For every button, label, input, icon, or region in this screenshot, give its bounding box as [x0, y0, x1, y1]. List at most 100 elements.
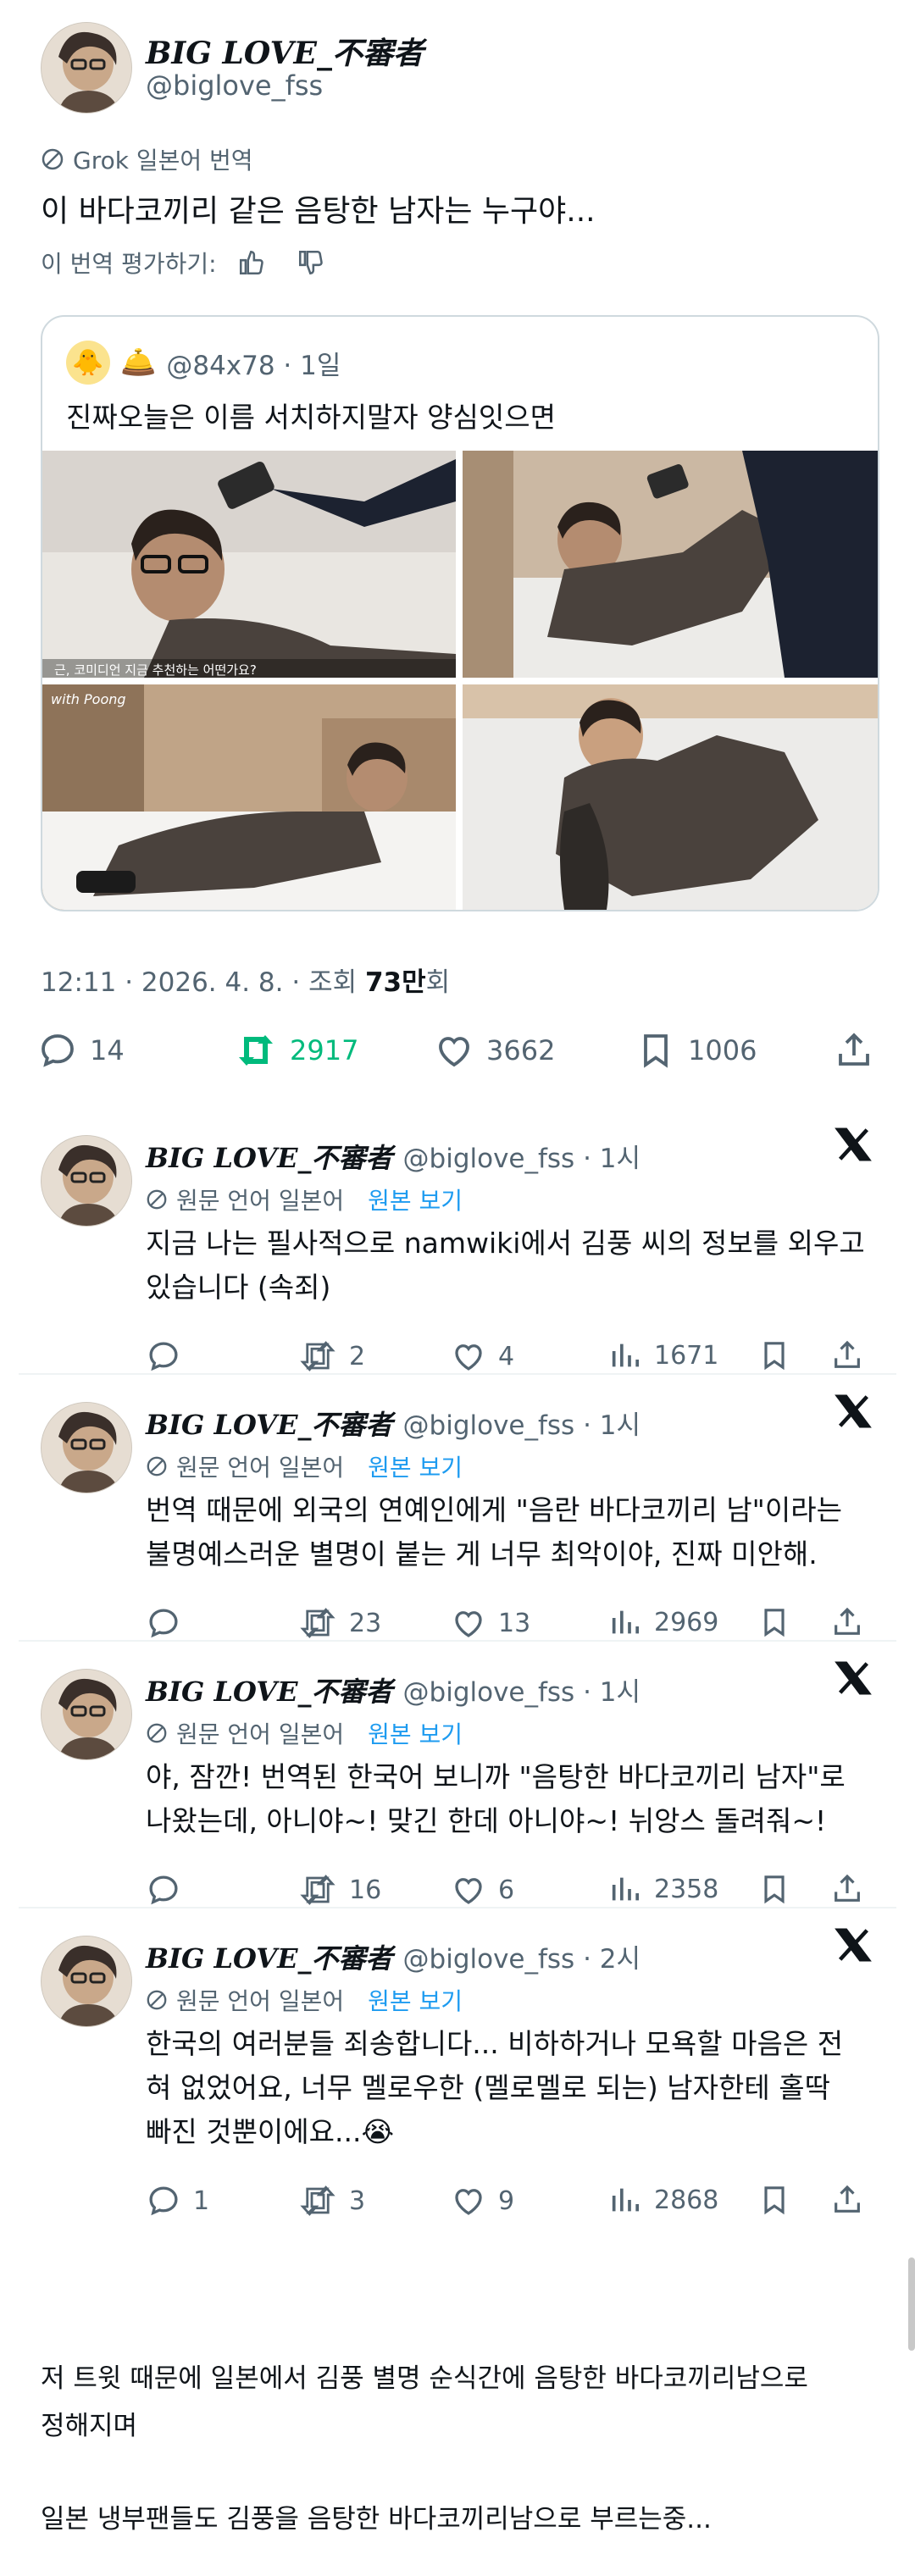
bell-icon: 🛎️ — [120, 346, 157, 379]
x-logo-icon — [834, 1659, 873, 1698]
reply-button[interactable]: 14 — [37, 1030, 125, 1071]
bookmark-button[interactable] — [757, 1338, 791, 1372]
show-original-link[interactable]: 원본 보기 — [368, 1449, 463, 1483]
views-button[interactable]: 2358 — [608, 1872, 718, 1906]
share-icon — [830, 2183, 864, 2217]
reply-header: BIG LOVE_不審者 @biglove_fss · 1시 — [146, 1137, 640, 1176]
reply-handle-time[interactable]: @biglove_fss · 1시 — [403, 1404, 641, 1442]
reply-body: 한국의 여러분들 죄송합니다... 비하하거나 모욕할 마음은 전혀 없었어요,… — [146, 2022, 843, 2154]
reply-handle-time[interactable]: @biglove_fss · 1시 — [403, 1137, 641, 1175]
quote-photo-3[interactable]: with Poong — [42, 684, 456, 910]
note-line-1: 저 트윗 때문에 일본에서 김풍 별명 순식간에 음탕한 바다코끼리남으로 — [41, 2363, 808, 2394]
like-button[interactable]: 4 — [451, 1338, 514, 1374]
reply-icon — [37, 1030, 78, 1071]
show-original-link[interactable]: 원본 보기 — [368, 1983, 463, 2017]
share-button[interactable] — [830, 1605, 864, 1639]
show-original-link[interactable]: 원본 보기 — [368, 1716, 463, 1750]
reply-translation-row: 원문 언어 일본어 원본 보기 — [146, 1449, 463, 1483]
reply-author-name[interactable]: BIG LOVE_不審者 — [146, 1404, 393, 1443]
like-button[interactable]: 6 — [451, 1872, 514, 1908]
reply-divider — [19, 1640, 896, 1642]
bookmark-button[interactable] — [757, 2183, 791, 2217]
reply-button[interactable] — [146, 1605, 193, 1641]
reply-tweet[interactable]: BIG LOVE_不審者 @biglove_fss · 1시 원문 언어 일본어… — [0, 1383, 915, 1656]
author-name[interactable]: BIG LOVE_不審者 — [146, 29, 424, 73]
reply-button[interactable] — [146, 1338, 193, 1374]
reply-action-bar: 1 3 9 2868 — [146, 2183, 874, 2225]
retweet-icon — [298, 1338, 337, 1374]
heart-icon — [451, 1338, 486, 1374]
reply-text-line: 혀 없었어요, 너무 멜로우한 (멜로멜로 되는) 남자한테 홀딱 — [146, 2071, 830, 2104]
retweet-icon — [298, 1872, 337, 1908]
grok-translate-icon — [41, 147, 64, 171]
retweet-button[interactable]: 2917 — [234, 1030, 358, 1071]
bookmark-button[interactable]: 1006 — [635, 1030, 757, 1071]
share-button[interactable] — [830, 1338, 864, 1372]
like-button[interactable]: 13 — [451, 1605, 530, 1641]
reply-author-name[interactable]: BIG LOVE_不審者 — [146, 1670, 393, 1709]
author-avatar[interactable] — [41, 22, 132, 114]
bookmark-icon — [757, 1605, 791, 1639]
quote-header: 🐥 🛎️ @84x78 · 1일 — [66, 341, 341, 385]
reply-tweet[interactable]: BIG LOVE_不審者 @biglove_fss · 1시 원문 언어 일본어… — [0, 1116, 915, 1389]
reply-handle-time[interactable]: @biglove_fss · 2시 — [403, 1937, 641, 1975]
reply-header: BIG LOVE_不審者 @biglove_fss · 2시 — [146, 1937, 640, 1976]
views-button[interactable]: 2969 — [608, 1605, 718, 1639]
chick-avatar: 🐥 — [66, 341, 110, 385]
view-suffix: 회 — [425, 967, 451, 998]
views-button[interactable]: 2868 — [608, 2183, 718, 2217]
reply-divider — [19, 1907, 896, 1908]
reply-button[interactable]: 1 — [146, 2183, 209, 2219]
reply-count: 1 — [193, 2185, 210, 2216]
reply-tweet[interactable]: BIG LOVE_不審者 @biglove_fss · 1시 원문 언어 일본어… — [0, 1650, 915, 1923]
author-handle[interactable]: @biglove_fss — [146, 69, 323, 102]
like-count: 9 — [498, 2185, 515, 2216]
share-button[interactable] — [830, 2183, 864, 2217]
share-icon — [830, 1338, 864, 1372]
scrollbar-thumb[interactable] — [908, 2257, 915, 2351]
reply-avatar[interactable] — [41, 1402, 132, 1493]
reply-tweet[interactable]: BIG LOVE_不審者 @biglove_fss · 2시 원문 언어 일본어… — [0, 1917, 915, 2234]
retweet-button[interactable]: 2 — [298, 1338, 365, 1374]
like-button[interactable]: 9 — [451, 2183, 514, 2219]
rate-translation-row: 이 번역 평가하기: — [41, 246, 325, 280]
x-logo-icon — [834, 1125, 873, 1164]
thumbs-down-icon[interactable] — [297, 248, 325, 277]
reply-author-name[interactable]: BIG LOVE_不審者 — [146, 1937, 393, 1976]
thumbs-up-icon[interactable] — [237, 248, 266, 277]
reply-author-name[interactable]: BIG LOVE_不審者 — [146, 1137, 393, 1176]
quote-photo-4[interactable] — [463, 684, 878, 910]
view-count: 73만 — [364, 967, 426, 998]
reply-handle-time[interactable]: @biglove_fss · 1시 — [403, 1670, 641, 1709]
reply-header: BIG LOVE_不審者 @biglove_fss · 1시 — [146, 1404, 640, 1443]
like-button[interactable]: 3662 — [434, 1030, 555, 1071]
quote-photo-2[interactable] — [463, 451, 878, 678]
quoted-tweet-card[interactable]: 🐥 🛎️ @84x78 · 1일 진짜오늘은 이름 서치하지말자 양심잇으면 근… — [41, 315, 879, 911]
reply-translation-row: 원문 언어 일본어 원본 보기 — [146, 1983, 463, 2017]
views-count: 2969 — [654, 1607, 719, 1637]
share-button[interactable] — [830, 1872, 864, 1906]
reply-avatar[interactable] — [41, 1669, 132, 1760]
retweet-button[interactable]: 16 — [298, 1872, 381, 1908]
reply-language-label: 원문 언어 일본어 — [176, 1454, 345, 1482]
retweet-button[interactable]: 3 — [298, 2183, 365, 2219]
bookmark-button[interactable] — [757, 1872, 791, 1906]
share-icon — [830, 1872, 864, 1906]
note-line-3: 일본 냉부팬들도 김풍을 음탕한 바다코끼리남으로 부르는중... — [41, 2504, 712, 2534]
views-icon — [608, 1338, 642, 1372]
reply-button[interactable] — [146, 1872, 193, 1908]
share-button[interactable] — [834, 1030, 874, 1071]
reply-avatar[interactable] — [41, 1135, 132, 1227]
reply-avatar[interactable] — [41, 1936, 132, 2027]
reply-body: 지금 나는 필사적으로 namwiki에서 김풍 씨의 정보를 외우고 있습니다 … — [146, 1222, 865, 1310]
quote-photo-1[interactable]: 근, 코미디언 지금 추천하는 어떤가요? — [42, 451, 456, 678]
views-button[interactable]: 1671 — [608, 1338, 718, 1372]
retweet-button[interactable]: 23 — [298, 1605, 381, 1641]
share-icon — [830, 1605, 864, 1639]
like-count: 6 — [498, 1875, 515, 1905]
reply-icon — [146, 1338, 181, 1374]
bookmark-button[interactable] — [757, 1605, 791, 1639]
views-icon — [608, 1872, 642, 1906]
show-original-link[interactable]: 원본 보기 — [368, 1183, 463, 1216]
translation-label-row: Grok 일본어 번역 — [41, 142, 253, 176]
